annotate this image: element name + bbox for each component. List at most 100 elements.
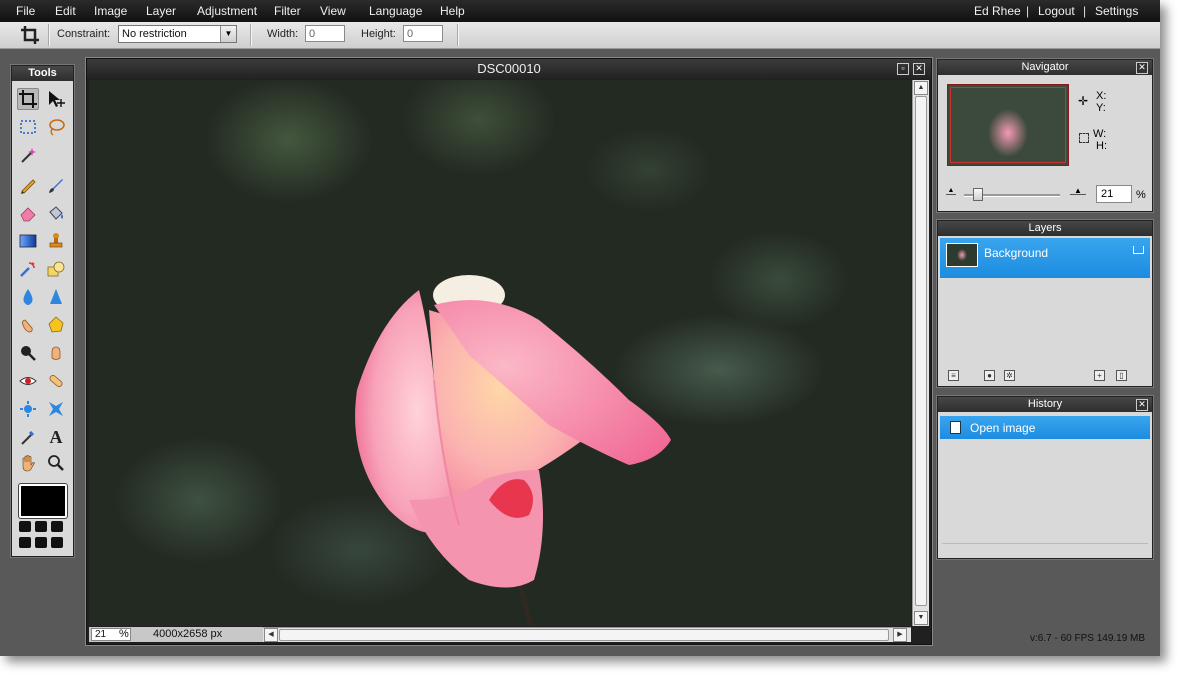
horizontal-scroll-thumb[interactable] [279,629,889,641]
zoom-in-icon[interactable]: ▲ [1070,187,1086,195]
swatch-slot[interactable] [35,521,47,532]
move-tool-icon[interactable] [45,88,67,110]
crop-tool-icon[interactable] [17,88,39,110]
height-input[interactable] [403,25,443,42]
constraint-select[interactable]: No restriction ▼ [118,25,237,43]
close-icon[interactable]: ✕ [1136,62,1148,74]
vertical-scrollbar[interactable]: ▲ ▼ [912,80,929,626]
scroll-right-icon[interactable]: ▶ [893,628,907,642]
pinch-tool-icon[interactable] [45,398,67,420]
swatch-slot[interactable] [19,521,31,532]
smudge-tool-icon[interactable] [17,314,39,336]
vertical-scroll-thumb[interactable] [915,96,927,606]
user-name[interactable]: Ed Rhee [974,4,1021,18]
lasso-tool-icon[interactable] [45,116,67,138]
layers-title-text: Layers [1028,222,1062,234]
image-window: DSC00010 ▫ ✕ ▲ ▼ 21 % 4000x2658 px ◀ ▶ [86,58,932,645]
history-title-text: History [1027,398,1063,410]
swatch-slot[interactable] [35,537,47,548]
zoom-out-icon[interactable]: ▲ [946,187,956,195]
zoom-slider-thumb[interactable] [973,188,983,201]
maximize-icon[interactable]: ▫ [897,63,909,75]
image-title: DSC00010 [477,61,541,76]
y-label: Y: [1096,102,1106,114]
sponge-tool-icon[interactable] [45,314,67,336]
eraser-tool-icon[interactable] [17,202,39,224]
layer-thumbnail [946,243,978,267]
app-status: v:6.7 - 60 FPS 149.19 MB [1030,633,1146,644]
pencil-tool-icon[interactable] [17,174,39,196]
foreground-color-swatch[interactable] [19,484,67,518]
menu-help[interactable]: Help [440,4,465,18]
menu-filter[interactable]: Filter [274,4,301,18]
navigator-zoom-unit: % [1136,189,1146,201]
layer-settings-icon[interactable]: ≡ [948,370,959,381]
burn-tool-icon[interactable] [45,342,67,364]
bloat-tool-icon[interactable] [17,398,39,420]
menu-layer[interactable]: Layer [146,4,176,18]
navigator-title: Navigator ✕ [938,60,1152,75]
magic-wand-tool-icon[interactable] [17,144,39,166]
close-icon[interactable]: ✕ [913,63,925,75]
logout-link[interactable]: Logout [1038,4,1075,18]
history-panel: History ✕ Open image [937,396,1153,559]
brush-tool-icon[interactable] [45,174,67,196]
sharpen-tool-icon[interactable] [45,286,67,308]
swatch-slot[interactable] [51,521,63,532]
layers-toolbar: ≡ ● ✲ + ▯ [938,366,1152,386]
hand-tool-icon[interactable] [17,452,39,474]
h-label: H: [1096,140,1107,152]
new-layer-icon[interactable]: + [1094,370,1105,381]
settings-link[interactable]: Settings [1095,4,1138,18]
trash-icon[interactable]: ▯ [1116,370,1127,381]
navigator-viewport[interactable] [950,87,1066,163]
chevron-down-icon[interactable]: ▼ [220,26,236,42]
navigator-zoom-input[interactable] [1096,185,1132,203]
height-label: Height: [361,28,396,40]
navigator-thumbnail[interactable] [947,84,1069,166]
type-glyph: A [49,426,63,447]
crosshair-icon: ✛ [1078,94,1089,108]
menu-language[interactable]: Language [369,4,422,18]
swatch-slot[interactable] [19,537,31,548]
close-icon[interactable]: ✕ [1136,399,1148,411]
x-label: X: [1096,90,1107,102]
bucket-tool-icon[interactable] [45,202,67,224]
image-window-titlebar[interactable]: DSC00010 ▫ ✕ [87,59,931,79]
spot-heal-tool-icon[interactable] [45,370,67,392]
scroll-left-icon[interactable]: ◀ [264,628,278,642]
horizontal-scrollbar[interactable]: ◀ ▶ [263,627,911,642]
menu-file[interactable]: File [16,4,35,18]
menu-view[interactable]: View [320,4,346,18]
red-eye-tool-icon[interactable] [17,370,39,392]
zoom-slider[interactable] [964,188,1060,201]
color-picker-tool-icon[interactable] [17,426,39,448]
layers-panel: Layers Background ≡ ● ✲ + ▯ [937,220,1153,387]
w-label: W: [1093,128,1107,140]
image-status-bar: 21 % 4000x2658 px [89,627,263,642]
history-row-open-image[interactable]: Open image [940,416,1150,439]
type-tool-icon[interactable]: A [45,426,67,448]
color-replace-tool-icon[interactable] [17,258,39,280]
clone-stamp-tool-icon[interactable] [45,230,67,252]
swatch-slot[interactable] [51,537,63,548]
image-canvas[interactable] [89,80,911,626]
menu-image[interactable]: Image [94,4,127,18]
layer-row-background[interactable]: Background [940,238,1150,278]
width-input[interactable] [305,25,345,42]
layer-styles-icon[interactable]: ✲ [1004,370,1015,381]
menu-edit[interactable]: Edit [55,4,76,18]
dodge-tool-icon[interactable] [17,342,39,364]
gradient-tool-icon[interactable] [17,230,39,252]
menu-adjustment[interactable]: Adjustment [197,4,257,18]
tool-options-bar: Constraint: No restriction ▼ Width: Heig… [0,22,1160,49]
marquee-tool-icon[interactable] [17,116,39,138]
blur-tool-icon[interactable] [17,286,39,308]
shape-tool-icon[interactable] [45,258,67,280]
zoom-tool-icon[interactable] [45,452,67,474]
scroll-up-icon[interactable]: ▲ [914,81,928,95]
scroll-down-icon[interactable]: ▼ [914,611,928,625]
tools-panel: Tools A [11,65,74,557]
layers-title: Layers [938,221,1152,236]
layer-mask-icon[interactable]: ● [984,370,995,381]
